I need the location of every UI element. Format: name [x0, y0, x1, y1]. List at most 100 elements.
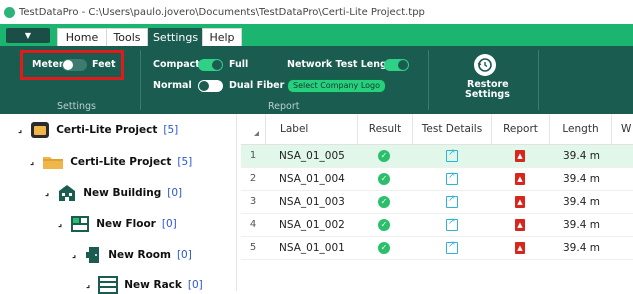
tree-item-count: [5]	[163, 124, 179, 136]
app-icon	[4, 6, 15, 18]
tree-item-folder[interactable]: ⌟ Certi-Lite Project [5]	[30, 153, 192, 171]
tree-item-count: [0]	[161, 218, 177, 230]
header-report[interactable]: Report	[491, 114, 549, 144]
tree-item-label: New Floor	[96, 218, 156, 230]
tab-help[interactable]: Help	[202, 28, 242, 46]
project-tree	[0, 114, 237, 291]
sort-corner-icon	[254, 131, 259, 136]
pass-check-icon: ✓	[378, 173, 390, 185]
network-test-length-toggle[interactable]	[384, 59, 409, 71]
header-length[interactable]: Length	[549, 114, 611, 144]
pass-check-icon: ✓	[378, 150, 390, 162]
normal-label: Normal	[153, 80, 192, 91]
row-number: 1	[249, 150, 257, 161]
row-number: 3	[249, 196, 257, 207]
rack-icon	[98, 276, 119, 294]
pdf-icon[interactable]: ▲	[515, 219, 525, 231]
title-bar: TestDataPro - C:\Users\paulo.jovero\Docu…	[0, 0, 633, 24]
table-row[interactable]: 4 NSA_01_002 ✓ ▲ 39.4 m	[241, 214, 633, 237]
highlight-box	[20, 50, 124, 80]
collapse-icon[interactable]: ⌟	[72, 250, 76, 260]
ribbon-divider	[428, 50, 429, 110]
group-label-settings: Settings	[57, 101, 96, 112]
cell-label: NSA_01_001	[279, 242, 345, 254]
collapse-icon[interactable]: ⌟	[58, 219, 62, 229]
cell-length: 39.4 m	[563, 242, 600, 254]
ribbon-divider	[538, 50, 539, 110]
cell-length: 39.4 m	[563, 150, 600, 162]
toggle-knob	[199, 81, 209, 91]
tree-item-room[interactable]: ⌟ New Room [0]	[72, 246, 192, 264]
open-details-icon[interactable]	[446, 171, 458, 185]
header-corner	[241, 114, 265, 144]
tree-item-rack[interactable]: ⌟ New Rack [0]	[86, 276, 203, 294]
tree-item-count: [0]	[176, 249, 192, 261]
compact-full-toggle[interactable]	[198, 59, 223, 71]
tree-item-project[interactable]: ⌟ Certi-Lite Project [5]	[18, 121, 178, 139]
compact-label: Compact	[153, 59, 200, 70]
ribbon-divider	[140, 50, 141, 110]
window-title: TestDataPro - C:\Users\paulo.jovero\Docu…	[19, 6, 425, 18]
toggle-knob	[398, 60, 408, 70]
test-results-grid: Label Result Test Details Report Length …	[241, 114, 633, 291]
collapse-icon[interactable]: ⌟	[30, 157, 34, 167]
room-icon	[86, 247, 100, 263]
tree-item-label: Certi-Lite Project	[56, 124, 158, 136]
restore-icon[interactable]	[474, 54, 496, 76]
tab-settings[interactable]: Settings	[148, 28, 203, 46]
normal-dualfiber-toggle[interactable]	[198, 80, 223, 92]
row-number: 5	[249, 242, 257, 253]
tree-item-floor[interactable]: ⌟ New Floor [0]	[58, 215, 177, 233]
open-details-icon[interactable]	[446, 194, 458, 208]
group-label-report: Report	[268, 101, 300, 112]
row-number: 2	[249, 173, 257, 184]
pass-check-icon: ✓	[378, 219, 390, 231]
tab-home[interactable]: Home	[57, 28, 107, 46]
tree-item-label: New Rack	[124, 279, 182, 291]
header-test-details[interactable]: Test Details	[412, 114, 491, 144]
collapse-icon[interactable]: ⌟	[18, 125, 22, 135]
collapse-icon[interactable]: ⌟	[45, 188, 49, 198]
tree-item-label: Certi-Lite Project	[70, 156, 172, 168]
table-row[interactable]: 3 NSA_01_003 ✓ ▲ 39.4 m	[241, 191, 633, 214]
pdf-icon[interactable]: ▲	[515, 150, 525, 162]
table-row[interactable]: 1 NSA_01_005 ✓ ▲ 39.4 m	[241, 145, 633, 168]
header-w[interactable]: W	[611, 114, 633, 144]
collapse-icon[interactable]: ⌟	[86, 280, 90, 290]
grid-header: Label Result Test Details Report Length …	[241, 114, 633, 145]
header-label[interactable]: Label	[265, 114, 357, 144]
pass-check-icon: ✓	[378, 242, 390, 254]
pdf-icon[interactable]: ▲	[515, 196, 525, 208]
dual-fiber-label: Dual Fiber	[229, 80, 285, 91]
select-company-logo-button[interactable]: Select Company Logo	[287, 79, 387, 93]
toggle-knob	[212, 60, 222, 70]
full-label: Full	[229, 59, 249, 70]
open-details-icon[interactable]	[446, 148, 458, 162]
cell-label: NSA_01_002	[279, 219, 345, 231]
open-details-icon[interactable]	[446, 217, 458, 231]
cell-length: 39.4 m	[563, 196, 600, 208]
table-row[interactable]: 2 NSA_01_004 ✓ ▲ 39.4 m	[241, 168, 633, 191]
pdf-icon[interactable]: ▲	[515, 242, 525, 254]
tree-item-count: [5]	[177, 156, 193, 168]
tab-bar: ▼ Home Tools Settings Help	[0, 24, 633, 46]
pass-check-icon: ✓	[378, 196, 390, 208]
floor-icon	[71, 216, 90, 232]
cell-length: 39.4 m	[563, 173, 600, 185]
tab-tools[interactable]: Tools	[106, 28, 148, 46]
tree-item-label: New Building	[83, 187, 162, 199]
open-details-icon[interactable]	[446, 240, 458, 254]
chevron-down-icon: ▼	[24, 31, 32, 40]
building-icon	[59, 185, 76, 201]
restore-settings-label-2[interactable]: Settings	[465, 89, 510, 100]
row-number: 4	[249, 219, 257, 230]
tree-item-building[interactable]: ⌟ New Building [0]	[45, 184, 182, 202]
cell-label: NSA_01_004	[279, 173, 345, 185]
table-row[interactable]: 5 NSA_01_001 ✓ ▲ 39.4 m	[241, 237, 633, 260]
cell-label: NSA_01_003	[279, 196, 345, 208]
tree-item-label: New Room	[108, 249, 171, 261]
project-icon	[31, 122, 50, 138]
quick-menu-dropdown[interactable]: ▼	[6, 28, 50, 43]
pdf-icon[interactable]: ▲	[515, 173, 525, 185]
header-result[interactable]: Result	[357, 114, 412, 144]
